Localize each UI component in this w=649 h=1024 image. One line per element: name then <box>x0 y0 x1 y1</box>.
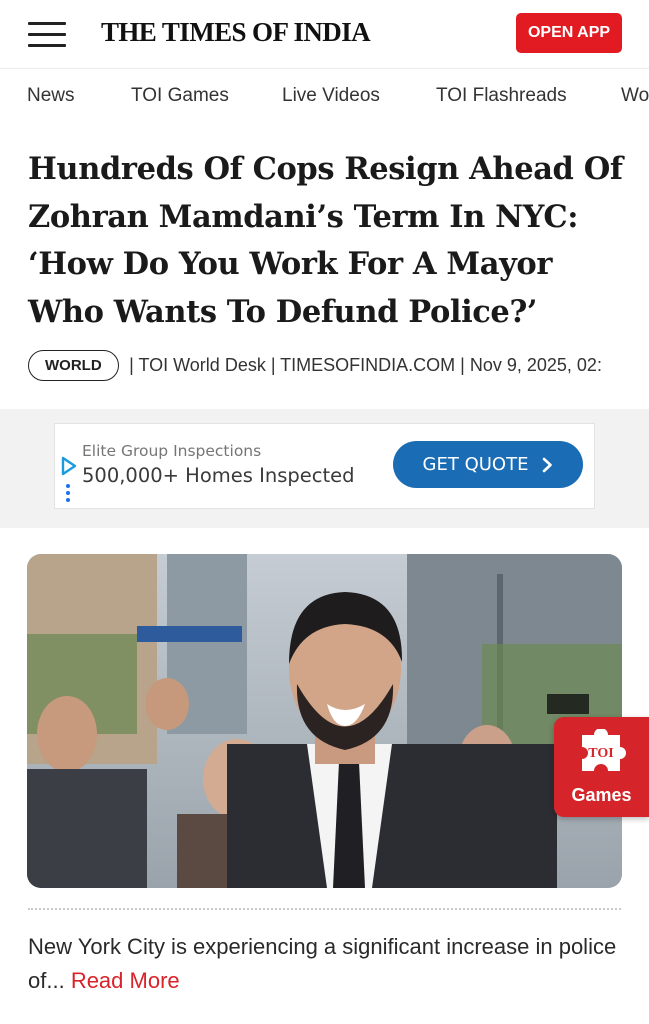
open-app-button[interactable]: OPEN APP <box>516 13 622 53</box>
article-meta: WORLD | TOI World Desk | TIMESOFINDIA.CO… <box>28 350 649 383</box>
section-badge-world[interactable]: WORLD <box>28 350 119 381</box>
toi-games-widget[interactable]: TOI Games <box>554 717 649 817</box>
games-label: Games <box>571 785 632 805</box>
headline-line: Zohran Mamdani’s Term In NYC: <box>28 198 579 235</box>
chevron-right-icon <box>543 457 553 472</box>
ad-choices-icon[interactable] <box>60 456 78 476</box>
nav-item-news[interactable]: News <box>27 85 75 107</box>
article-hero-image[interactable] <box>27 554 622 888</box>
nav-item-truncated[interactable]: Wo <box>621 85 649 107</box>
headline-line: Who Wants To Defund Police?’ <box>28 293 538 330</box>
top-header: THE TIMES OF INDIA OPEN APP <box>0 0 649 69</box>
ad-card[interactable]: Elite Group Inspections 500,000+ Homes I… <box>54 423 595 509</box>
hamburger-menu-icon[interactable] <box>28 22 66 48</box>
nav-item-toi-games[interactable]: TOI Games <box>131 85 229 107</box>
puzzle-icon: TOI <box>582 729 626 771</box>
article-summary: New York City is experiencing a signific… <box>28 930 628 998</box>
get-quote-button[interactable]: GET QUOTE <box>393 441 583 488</box>
more-options-icon[interactable] <box>65 484 71 504</box>
headline-line: ‘How Do You Work For A Mayor <box>28 246 553 282</box>
ad-headline: 500,000+ Homes Inspected <box>82 464 355 487</box>
divider <box>28 908 621 910</box>
nav-item-toi-flashreads[interactable]: TOI Flashreads <box>436 85 567 107</box>
read-more-link[interactable]: Read More <box>71 968 180 993</box>
section-nav: News TOI Games Live Videos TOI Flashread… <box>0 69 649 125</box>
toi-games-logo-text: TOI <box>588 746 613 761</box>
headline-line: Hundreds Of Cops Resign Ahead Of <box>28 151 623 187</box>
byline-date: | TOI World Desk | TIMESOFINDIA.COM | No… <box>129 355 602 375</box>
ad-advertiser: Elite Group Inspections <box>82 442 262 460</box>
site-logo[interactable]: THE TIMES OF INDIA <box>101 17 371 48</box>
ad-container: Elite Group Inspections 500,000+ Homes I… <box>0 409 649 528</box>
cta-label: GET QUOTE <box>422 454 529 475</box>
article-headline: Hundreds Of Cops Resign Ahead Of Zohran … <box>28 146 628 336</box>
nav-item-live-videos[interactable]: Live Videos <box>282 85 380 107</box>
